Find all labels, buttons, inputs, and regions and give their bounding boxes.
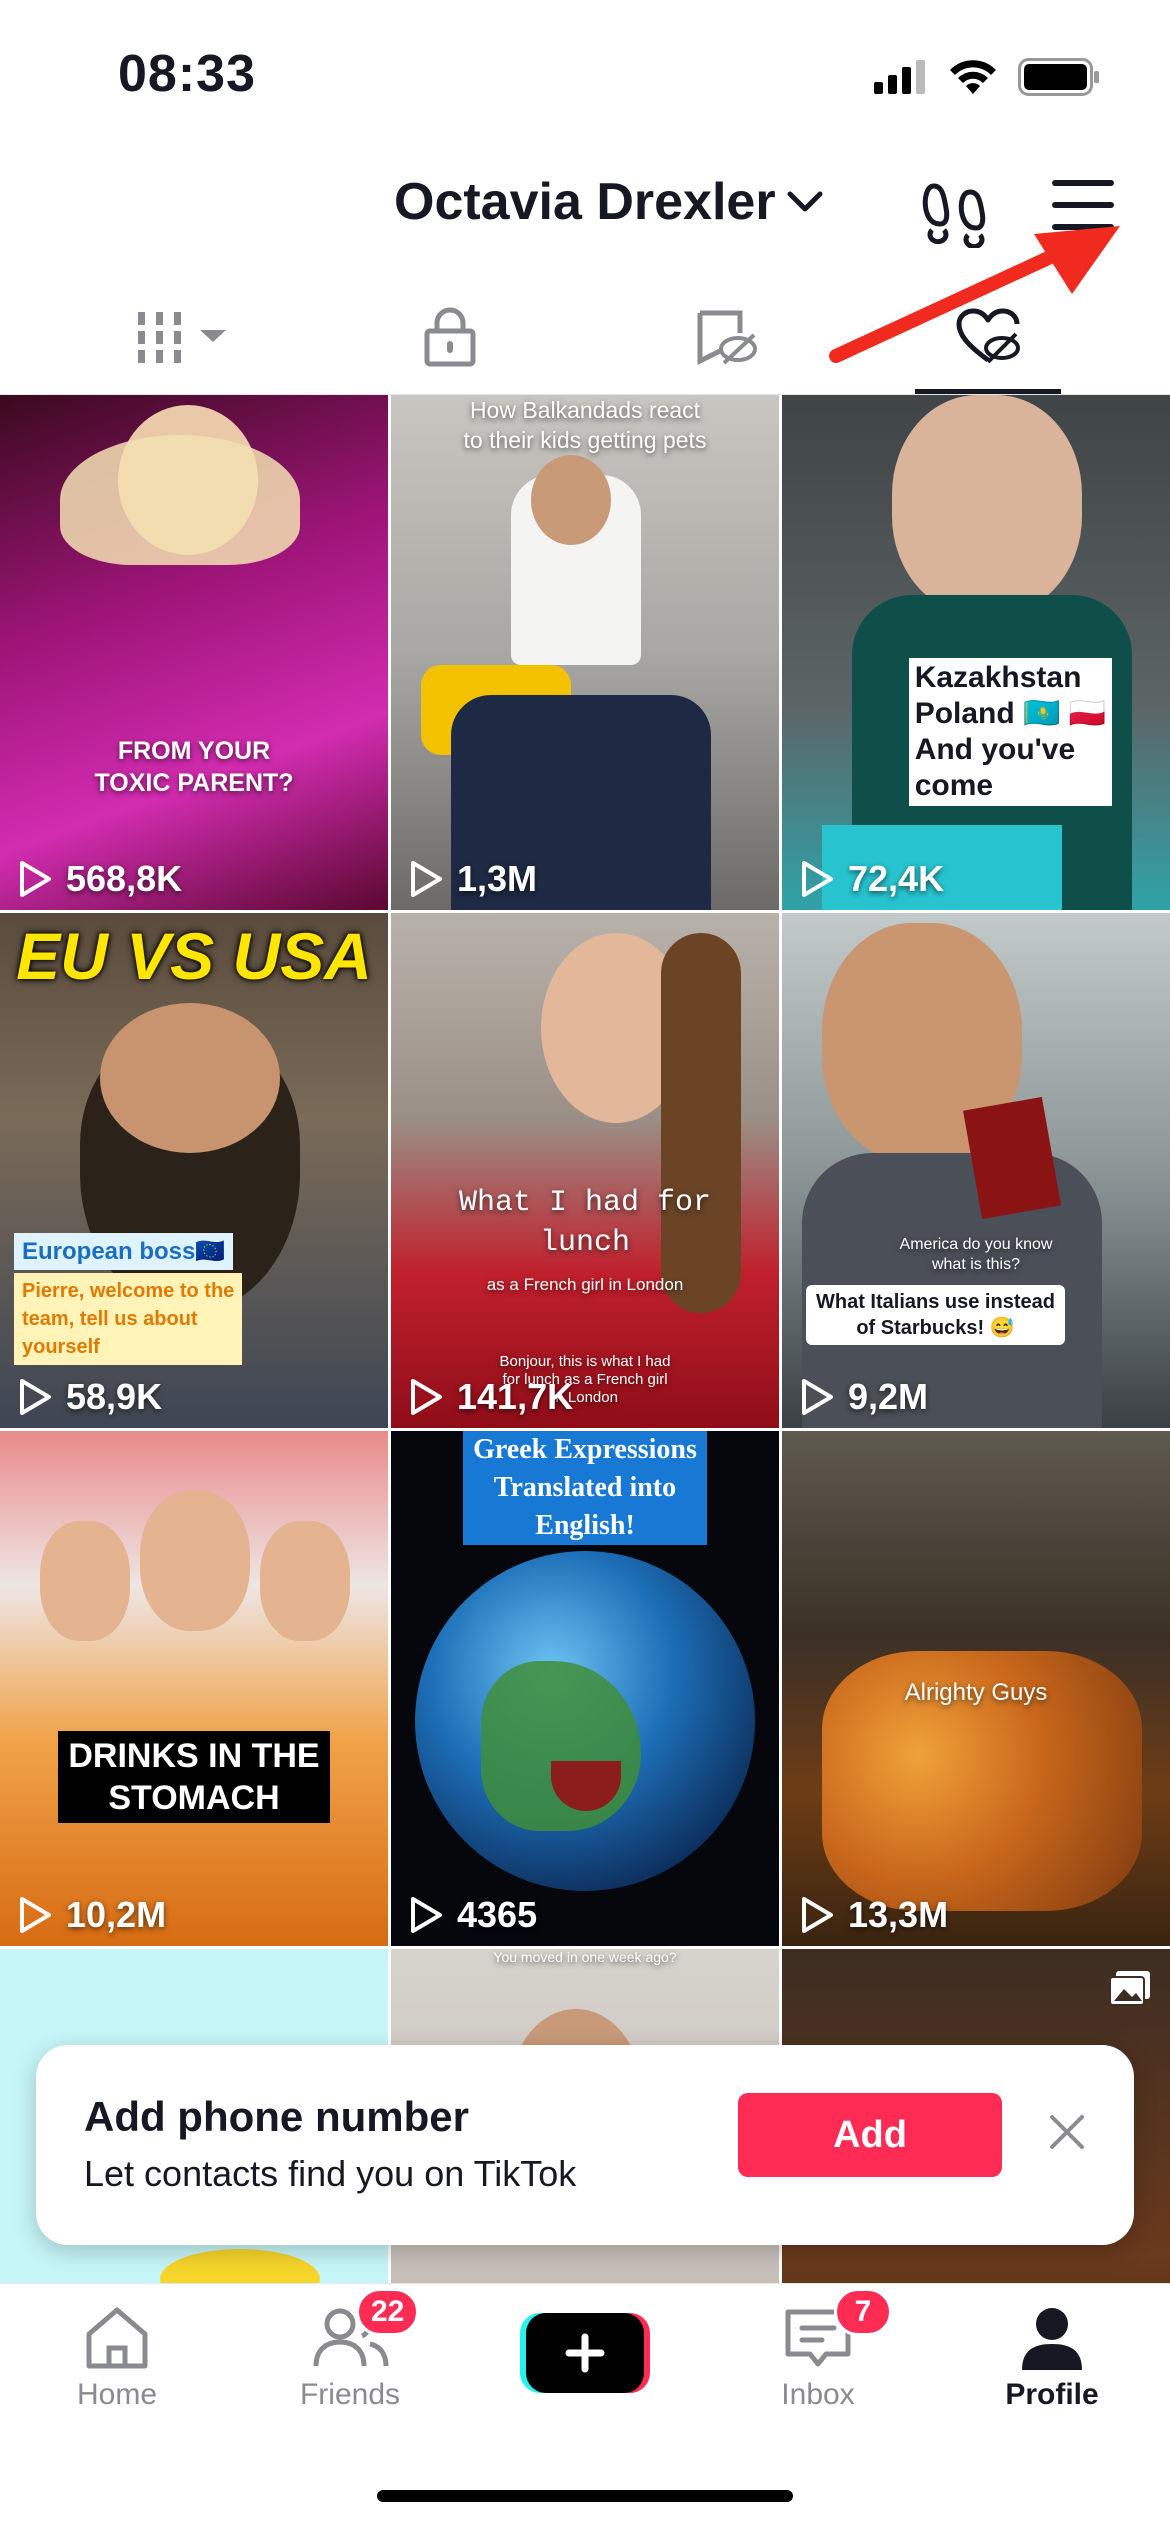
play-icon <box>20 1379 51 1415</box>
play-icon <box>20 861 51 897</box>
profile-tabs <box>0 280 1170 395</box>
add-phone-button[interactable]: Add <box>738 2093 1002 2177</box>
nav-friends[interactable]: 22 Friends <box>260 2288 440 2412</box>
view-count: 4365 <box>409 1894 537 1936</box>
tab-private[interactable] <box>304 280 596 394</box>
status-time: 08:33 <box>118 45 256 103</box>
profile-name: Octavia Drexler <box>394 173 776 231</box>
video-caption: European boss🇪🇺 <box>14 1233 234 1270</box>
video-caption: Kazakhstan Poland 🇰🇿 🇵🇱 And you've come <box>852 620 1170 844</box>
video-caption: EU VS USA <box>16 919 372 993</box>
play-icon <box>411 1379 442 1415</box>
tab-reposts[interactable] <box>580 280 872 394</box>
video-caption: as a French girl in London <box>486 1275 684 1294</box>
lock-icon <box>424 307 476 367</box>
nav-profile-label: Profile <box>1005 2378 1099 2411</box>
play-icon <box>20 1897 51 1933</box>
inbox-badge: 7 <box>834 2288 892 2336</box>
video-grid: FROM YOUR TOXIC PARENT? 568,8K How Balka… <box>0 395 1170 2285</box>
battery-icon <box>1018 58 1099 96</box>
video-caption: What I had for lunch <box>458 1186 712 1260</box>
nav-friends-label: Friends <box>299 2378 401 2411</box>
view-count: 10,2M <box>18 1894 166 1936</box>
hidden-repost-icon <box>697 310 757 366</box>
video-caption: America do you know what is this? <box>899 1236 1053 1273</box>
nav-home[interactable]: Home <box>27 2304 207 2412</box>
chevron-down-icon <box>787 191 823 212</box>
profile-header: Octavia Drexler <box>0 150 1170 280</box>
video-caption: Greek Expressions Translated into Englis… <box>391 1431 779 1545</box>
play-icon <box>411 861 442 897</box>
video-thumbnail[interactable]: FROM YOUR TOXIC PARENT? 568,8K <box>0 395 388 910</box>
home-icon <box>86 2307 148 2369</box>
video-caption: What Italians use instead of Starbucks! … <box>806 1285 1065 1345</box>
video-caption: Pierre, welcome to the team, tell us abo… <box>14 1273 243 1365</box>
view-count: 568,8K <box>18 858 182 900</box>
hidden-heart-icon <box>956 308 1020 364</box>
nav-home-label: Home <box>76 2378 158 2411</box>
play-icon <box>802 1379 833 1415</box>
video-thumbnail[interactable]: EU VS USA European boss🇪🇺 Pierre, welcom… <box>0 913 388 1428</box>
play-icon <box>802 1897 833 1933</box>
status-bar: 08:33 <box>0 0 1170 150</box>
nav-inbox-label: Inbox <box>781 2378 855 2411</box>
close-icon[interactable] <box>1042 2107 1092 2157</box>
view-count: 1,3M <box>409 858 537 900</box>
view-count: 58,9K <box>18 1376 162 1418</box>
wifi-icon <box>950 60 996 94</box>
menu-icon[interactable] <box>1052 180 1114 236</box>
play-icon <box>411 1897 442 1933</box>
add-phone-banner: Add phone number Let contacts find you o… <box>36 2045 1134 2245</box>
view-count: 72,4K <box>800 858 944 900</box>
account-switcher[interactable]: Octavia Drexler <box>394 172 824 232</box>
friends-badge: 22 <box>356 2288 420 2336</box>
banner-title: Add phone number <box>84 2093 469 2140</box>
view-count: 9,2M <box>800 1376 928 1418</box>
grid-icon <box>138 312 226 363</box>
create-button[interactable] <box>520 2309 650 2395</box>
video-thumbnail[interactable]: Kazakhstan Poland 🇰🇿 🇵🇱 And you've come … <box>782 395 1170 910</box>
status-icons <box>874 58 1100 96</box>
nav-profile[interactable]: Profile <box>962 2304 1142 2412</box>
view-count: 141,7K <box>409 1376 573 1418</box>
video-caption: Alrighty Guys <box>904 1679 1048 1706</box>
play-icon <box>802 861 833 897</box>
tab-liked[interactable] <box>842 280 1134 394</box>
photo-icon <box>1109 1971 1150 2006</box>
video-caption: How Balkandads react to their kids getti… <box>463 397 707 453</box>
video-thumbnail[interactable]: How Balkandads react to their kids getti… <box>391 395 779 910</box>
nav-inbox[interactable]: 7 Inbox <box>728 2288 908 2412</box>
footprint-icon[interactable] <box>920 178 990 248</box>
video-caption: FROM YOUR TOXIC PARENT? <box>94 737 294 797</box>
video-thumbnail[interactable]: Greek Expressions Translated into Englis… <box>391 1431 779 1946</box>
video-thumbnail[interactable]: What I had for lunch as a French girl in… <box>391 913 779 1428</box>
video-caption: You moved in one week ago? <box>493 1949 677 1965</box>
profile-icon <box>1022 2308 1082 2370</box>
signal-icon <box>874 60 925 94</box>
view-count: 13,3M <box>800 1894 948 1936</box>
video-thumbnail[interactable]: DRINKS IN THE STOMACH 10,2M <box>0 1431 388 1946</box>
video-thumbnail[interactable]: America do you know what is this? What I… <box>782 913 1170 1428</box>
video-thumbnail[interactable]: Alrighty Guys 13,3M <box>782 1431 1170 1946</box>
banner-subtitle: Let contacts find you on TikTok <box>84 2153 577 2194</box>
video-caption: DRINKS IN THE STOMACH <box>0 1731 388 1823</box>
tab-videos[interactable] <box>40 280 332 394</box>
home-indicator <box>377 2490 793 2502</box>
